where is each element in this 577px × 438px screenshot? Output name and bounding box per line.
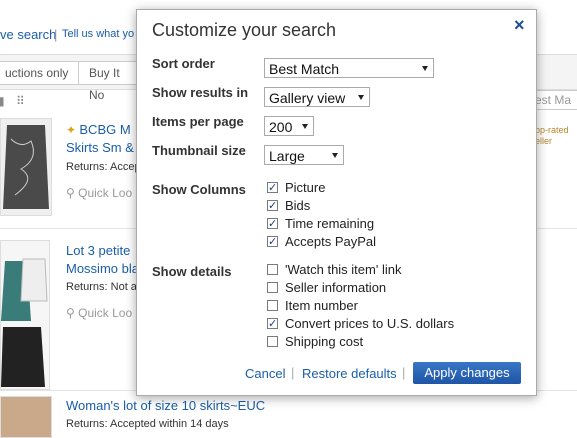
list-view-icon[interactable]: ▮ (0, 94, 5, 108)
footer-separator: | (291, 365, 295, 380)
dropdown-arrow-icon (302, 124, 308, 129)
checkbox[interactable] (267, 300, 278, 311)
magnifier-icon: ⚲ (66, 186, 79, 200)
sort-order-label: Sort order (152, 56, 215, 71)
close-icon[interactable]: × (514, 15, 525, 36)
tell-us-link[interactable]: Tell us what yo (62, 28, 134, 40)
skirt-image-icon (3, 125, 49, 209)
link-separator: | (54, 27, 58, 42)
thumbnail-size-select[interactable]: Large (264, 145, 344, 165)
item-thumbnail[interactable] (0, 240, 50, 390)
show-columns-label: Show Columns (152, 182, 246, 197)
checkbox[interactable] (267, 215, 278, 233)
checkbox[interactable] (267, 179, 278, 197)
quick-look-link[interactable]: ⚲ Quick Loo (66, 306, 132, 320)
thumbnail-size-label: Thumbnail size (152, 143, 246, 158)
item-title[interactable]: Lot 3 petite (66, 242, 130, 260)
show-details-label: Show details (152, 264, 232, 279)
customize-search-dialog: Customize your search × Sort order Best … (136, 9, 537, 396)
cancel-link[interactable]: Cancel (245, 366, 285, 381)
item-title-line2[interactable]: Skirts Sm & (66, 139, 134, 157)
restore-defaults-link[interactable]: Restore defaults (302, 366, 397, 381)
skirts-image-icon (1, 258, 48, 387)
footer-separator: | (402, 365, 406, 380)
item-returns: Returns: Not a (66, 281, 137, 293)
item-title-line2[interactable]: Mossimo bla (66, 260, 139, 278)
item-thumbnail[interactable] (0, 396, 52, 438)
quick-look-link[interactable]: ⚲ Quick Loo (66, 186, 132, 200)
top-rated-seller-badge: op-rated eller (535, 125, 569, 146)
show-results-select[interactable]: Gallery view (264, 87, 370, 107)
magnifier-icon: ⚲ (66, 306, 79, 320)
checkbox[interactable] (267, 315, 278, 333)
item-returns: Returns: Accept (66, 161, 144, 173)
item-returns: Returns: Accepted within 14 days (66, 418, 229, 430)
checkbox[interactable] (267, 264, 278, 275)
dropdown-arrow-icon (358, 95, 364, 100)
checkbox[interactable] (267, 282, 278, 293)
item-thumbnail[interactable] (0, 118, 52, 216)
item-title[interactable]: Woman's lot of size 10 skirts~EUC (66, 397, 265, 415)
sort-order-select[interactable]: Best Match (264, 58, 434, 78)
grid-view-icon[interactable]: ⠿ (16, 94, 25, 108)
show-results-label: Show results in (152, 85, 249, 100)
checkbox[interactable] (267, 233, 278, 251)
apply-changes-button[interactable]: Apply changes (413, 362, 521, 384)
top-rated-icon: ✦ (66, 123, 80, 137)
checkbox[interactable] (267, 197, 278, 215)
item-title[interactable]: ✦ BCBG M (66, 121, 131, 139)
dialog-title: Customize your search (152, 20, 337, 40)
tab-auctions-only[interactable]: uctions only (0, 61, 80, 85)
items-per-page-select[interactable]: 200 (264, 116, 314, 136)
checkbox[interactable] (267, 336, 278, 347)
advanced-search-link[interactable]: ve search (0, 27, 56, 42)
dropdown-arrow-icon (332, 153, 338, 158)
dropdown-arrow-icon (422, 66, 428, 71)
items-per-page-label: Items per page (152, 114, 244, 129)
